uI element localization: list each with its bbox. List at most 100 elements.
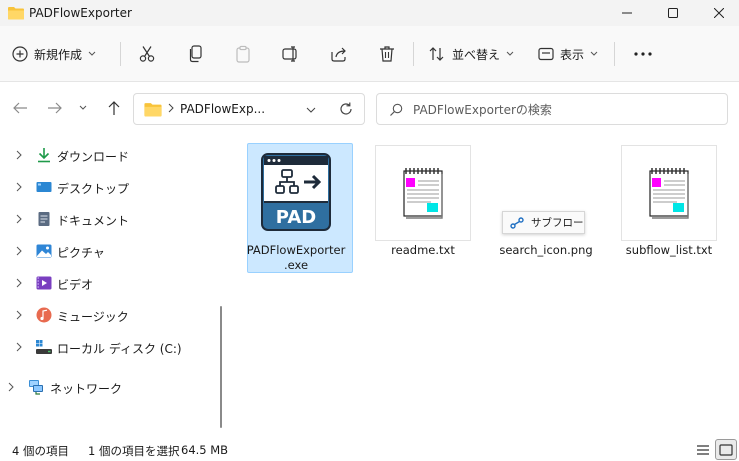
pad-icon-text: PAD xyxy=(276,207,316,228)
search-input[interactable] xyxy=(413,100,713,120)
item-count: 4 個の項目 xyxy=(12,444,69,458)
sidebar-item-label: ローカル ディスク (C:) xyxy=(57,342,182,356)
sidebar-item-label: デスクトップ xyxy=(57,182,130,196)
forward-button[interactable] xyxy=(43,96,67,120)
toolbar-divider xyxy=(614,42,615,66)
delete-button[interactable] xyxy=(375,42,399,66)
sidebar-item-label: ピクチャ xyxy=(57,246,105,260)
arrow-up-icon xyxy=(108,101,120,115)
sort-button-label: 並べ替え xyxy=(452,47,501,62)
breadcrumb-chevron-icon xyxy=(168,103,174,116)
share-icon xyxy=(331,47,346,62)
search-box[interactable] xyxy=(376,93,728,125)
selection-size: 64.5 MB xyxy=(181,443,229,457)
videos-icon xyxy=(36,276,52,290)
tiles-view-button[interactable] xyxy=(715,439,737,460)
chevron-right-icon xyxy=(16,246,22,256)
navigation-pane: ダウンロード デスクトップ ドキュメント ピクチャ ビデオ ミュージック ローカ… xyxy=(0,136,222,436)
sidebar-item-downloads[interactable]: ダウンロード xyxy=(0,141,214,169)
flow-icon xyxy=(510,216,524,229)
rename-button[interactable] xyxy=(279,42,303,66)
sidebar-item-label: ネットワーク xyxy=(50,382,123,396)
chevron-right-icon xyxy=(16,342,22,352)
sort-icon xyxy=(429,47,444,61)
pad-app-icon: PAD xyxy=(248,145,344,241)
download-icon xyxy=(38,148,50,163)
sidebar-item-label: ミュージック xyxy=(57,310,129,324)
cut-button[interactable] xyxy=(135,42,159,66)
text-file-icon xyxy=(375,145,471,241)
title-bar: PADFlowExporter xyxy=(0,0,739,26)
up-button[interactable] xyxy=(102,96,126,120)
text-file-icon xyxy=(621,145,717,241)
window-title: PADFlowExporter xyxy=(29,6,132,20)
chevron-right-icon xyxy=(8,382,14,392)
view-icon xyxy=(538,47,554,61)
desktop-icon xyxy=(36,182,52,192)
sidebar-item-network[interactable]: ネットワーク xyxy=(0,373,214,401)
address-dropdown-button[interactable] xyxy=(306,103,316,117)
sidebar-item-music[interactable]: ミュージック xyxy=(0,301,214,329)
sort-button[interactable]: 並べ替え xyxy=(428,38,514,70)
refresh-icon[interactable] xyxy=(338,101,354,120)
minimize-button[interactable] xyxy=(604,0,650,26)
recent-locations-button[interactable] xyxy=(73,96,93,120)
music-icon xyxy=(36,307,52,323)
copy-icon xyxy=(189,45,202,63)
more-options-button[interactable] xyxy=(628,44,658,64)
tiles-view-icon xyxy=(719,443,733,456)
paste-button[interactable] xyxy=(231,42,255,66)
arrow-right-icon xyxy=(48,102,62,114)
network-icon xyxy=(29,380,43,395)
maximize-button[interactable] xyxy=(650,0,696,26)
view-button-label: 表示 xyxy=(560,47,585,62)
local-disk-icon xyxy=(36,340,52,354)
new-button-label: 新規作成 xyxy=(34,47,83,62)
file-name: search_icon.png xyxy=(499,243,593,257)
chevron-right-icon xyxy=(16,182,22,192)
sidebar-item-label: ダウンロード xyxy=(57,150,130,164)
toolbar-divider xyxy=(413,42,414,66)
new-button[interactable]: 新規作成 xyxy=(12,38,96,70)
sidebar-item-desktop[interactable]: デスクトップ xyxy=(0,173,214,201)
chevron-right-icon xyxy=(16,150,22,160)
chevron-right-icon xyxy=(16,278,22,288)
sidebar-item-label: ビデオ xyxy=(57,278,94,292)
trash-icon xyxy=(380,46,394,62)
command-bar: 新規作成 並べ替え 表示 xyxy=(0,26,739,82)
sidebar-item-documents[interactable]: ドキュメント xyxy=(0,205,214,233)
sidebar-scrollbar[interactable] xyxy=(220,306,222,428)
sidebar-item-pictures[interactable]: ピクチャ xyxy=(0,237,214,265)
share-button[interactable] xyxy=(327,42,351,66)
sidebar-item-label: ドキュメント xyxy=(57,214,130,228)
view-button[interactable]: 表示 xyxy=(538,38,598,70)
sidebar-item-videos[interactable]: ビデオ xyxy=(0,269,214,297)
chevron-right-icon xyxy=(16,310,22,320)
chevron-down-icon xyxy=(506,51,514,56)
status-bar: 4 個の項目 1 個の項目を選択 64.5 MB xyxy=(0,438,739,461)
arrow-left-icon xyxy=(13,102,27,114)
clipboard-icon xyxy=(236,45,250,63)
file-name-line: .exe xyxy=(283,258,309,272)
sidebar-item-local-disk[interactable]: ローカル ディスク (C:) xyxy=(0,333,214,361)
chevron-down-icon xyxy=(79,105,87,110)
details-view-icon xyxy=(697,445,709,455)
folder-icon xyxy=(8,6,24,23)
toolbar-divider xyxy=(120,42,121,66)
close-button[interactable] xyxy=(696,0,739,26)
address-bar[interactable]: PADFlowExp... xyxy=(133,93,365,125)
back-button[interactable] xyxy=(8,96,32,120)
flow-preview-badge: サブフロー xyxy=(502,211,585,234)
chevron-right-icon xyxy=(16,214,22,224)
scissors-icon xyxy=(139,46,155,62)
folder-icon xyxy=(144,102,162,120)
chevron-down-icon xyxy=(88,51,96,56)
selection-count: 1 個の項目を選択 xyxy=(88,444,180,458)
documents-icon xyxy=(38,212,50,226)
details-view-button[interactable] xyxy=(693,440,713,460)
plus-circle-icon xyxy=(12,46,28,62)
breadcrumb-current[interactable]: PADFlowExp... xyxy=(180,102,265,116)
file-name: readme.txt xyxy=(391,243,455,257)
ellipsis-icon xyxy=(634,52,652,56)
copy-button[interactable] xyxy=(184,42,208,66)
